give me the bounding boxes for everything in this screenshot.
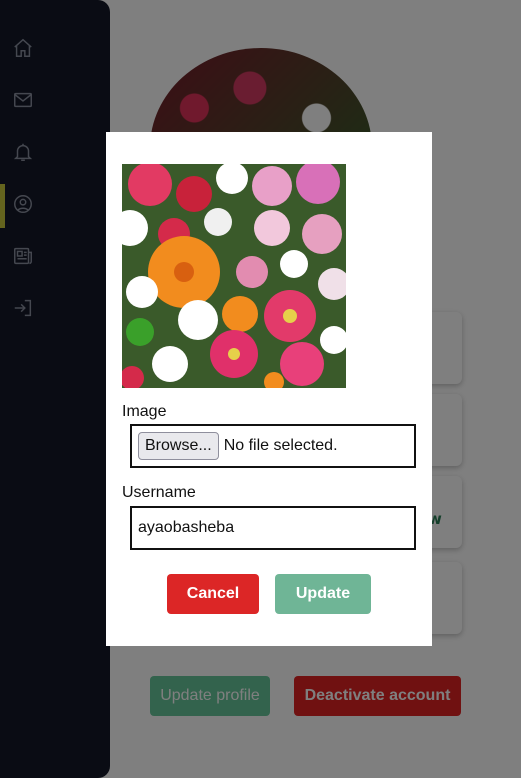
profile-image-preview — [122, 164, 346, 388]
update-button[interactable]: Update — [275, 574, 371, 614]
cancel-button[interactable]: Cancel — [167, 574, 259, 614]
browse-button[interactable]: Browse... — [138, 432, 219, 460]
username-input[interactable]: ayaobasheba — [130, 506, 416, 550]
username-label: Username — [122, 484, 196, 501]
edit-profile-dialog: Image Browse... No file selected. Userna… — [106, 132, 432, 646]
username-value: ayaobasheba — [138, 519, 235, 536]
image-label: Image — [122, 403, 167, 420]
file-status-text: No file selected. — [223, 437, 338, 454]
image-file-input[interactable]: Browse... No file selected. — [130, 424, 416, 468]
